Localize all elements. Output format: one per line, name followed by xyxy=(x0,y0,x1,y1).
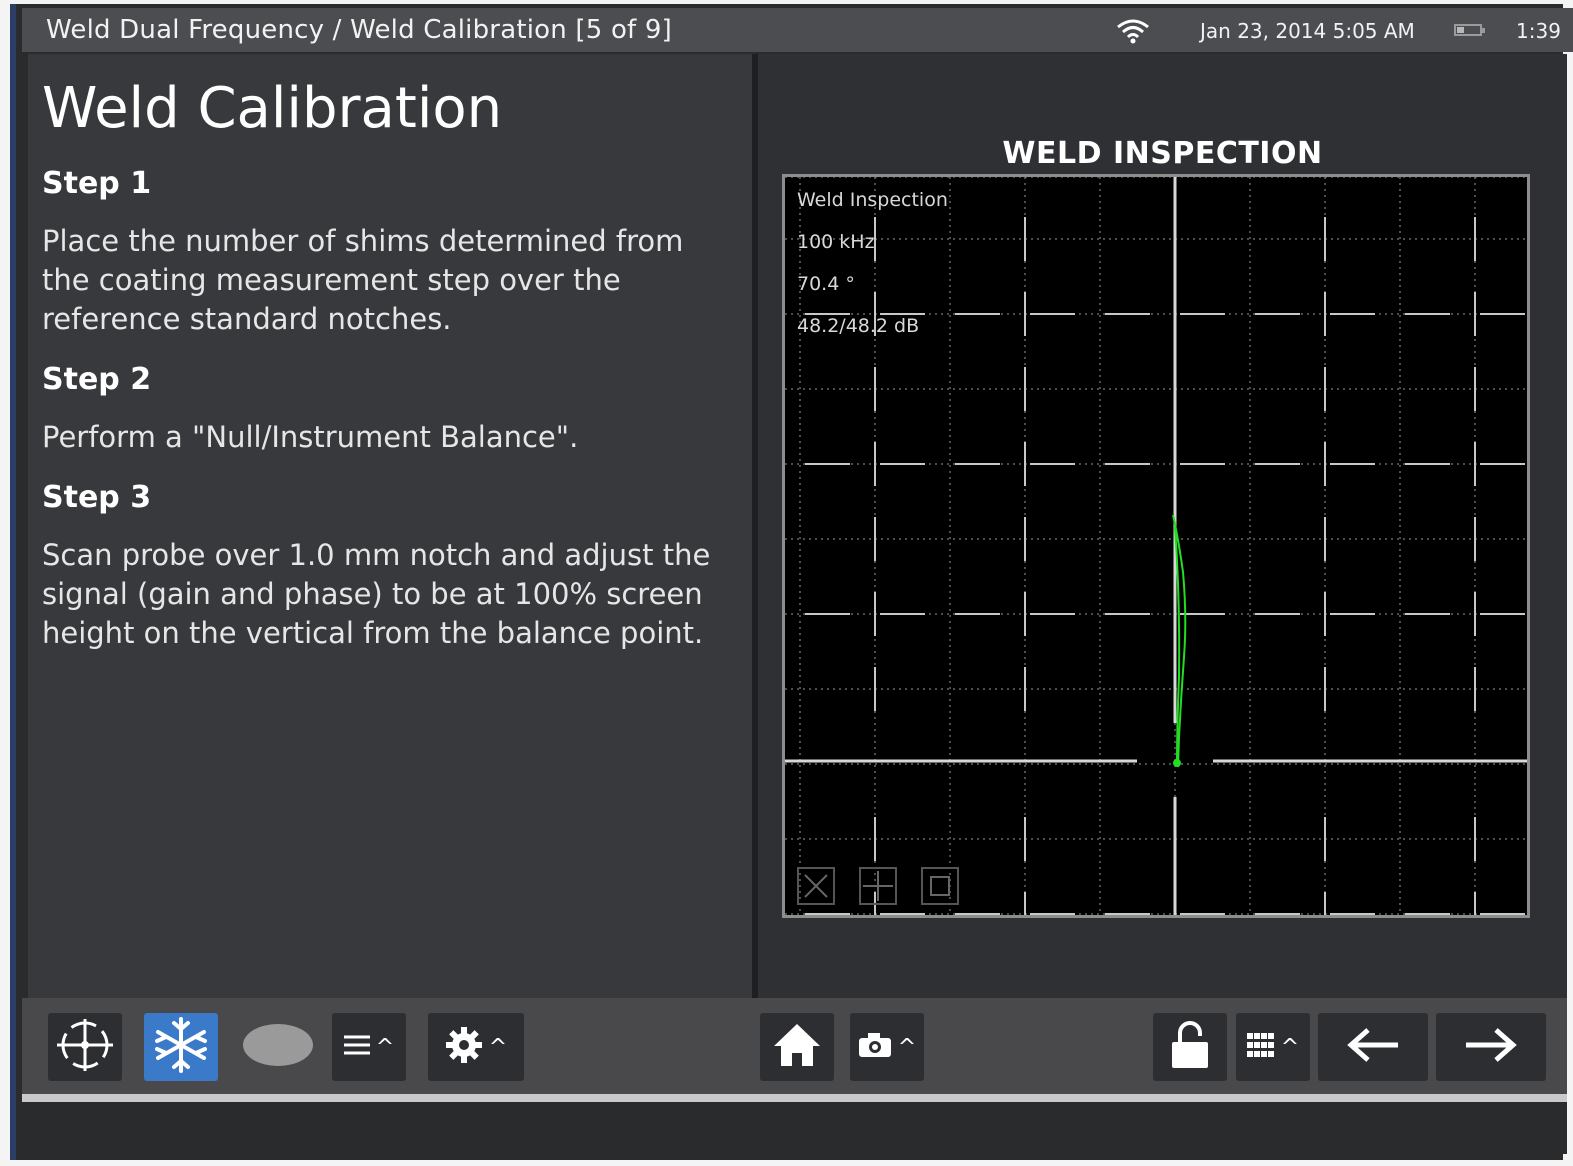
status-bar: Weld Dual Frequency / Weld Calibration [… xyxy=(22,8,1573,52)
chevron-up-icon: ^ xyxy=(897,1034,917,1060)
arrow-left-icon xyxy=(1346,1027,1400,1067)
wifi-icon xyxy=(1115,18,1151,48)
date-time: Jan 23, 2014 5:05 AM xyxy=(1200,19,1415,43)
display-title: WELD INSPECTION xyxy=(1002,136,1323,171)
camera-button[interactable]: ^ xyxy=(850,1013,924,1081)
lock-button[interactable] xyxy=(1153,1013,1227,1081)
step-1-heading: Step 1 xyxy=(42,166,152,201)
null-balance-button[interactable] xyxy=(48,1013,122,1081)
battery-icon xyxy=(1454,24,1485,36)
battery-time-remaining: 1:39 xyxy=(1516,19,1561,43)
freeze-button[interactable] xyxy=(144,1013,218,1081)
unlock-icon xyxy=(1170,1020,1210,1074)
home-button[interactable] xyxy=(760,1013,834,1081)
keypad-icon xyxy=(1246,1033,1275,1061)
home-icon xyxy=(772,1022,822,1072)
readout-phase: 70.4 ° xyxy=(797,273,855,295)
erase-button[interactable] xyxy=(241,1013,315,1081)
breadcrumb: Weld Dual Frequency / Weld Calibration [… xyxy=(46,15,672,45)
erase-display-icon[interactable] xyxy=(797,867,835,905)
chevron-up-icon: ^ xyxy=(488,1034,508,1060)
bottom-edge xyxy=(22,1094,1567,1154)
battery-level xyxy=(1457,27,1464,33)
step-2-text: Perform a "Null/Instrument Balance". xyxy=(42,420,579,454)
ellipse-icon xyxy=(242,1023,314,1071)
chevron-up-icon: ^ xyxy=(375,1034,395,1060)
page-title: Weld Calibration xyxy=(42,76,503,141)
snowflake-icon xyxy=(149,1015,213,1079)
step-2-heading: Step 2 xyxy=(42,362,152,397)
step-1-text: Place the number of shims determined fro… xyxy=(42,224,684,336)
settings-button[interactable]: ^ xyxy=(428,1013,524,1081)
arrow-right-icon xyxy=(1464,1027,1518,1067)
grid-toggle-icon[interactable] xyxy=(859,867,897,905)
back-button[interactable] xyxy=(1318,1013,1428,1081)
readout-gain: 48.2/48.2 dB xyxy=(797,315,920,337)
scope-grid xyxy=(785,177,1527,915)
crosshair-icon xyxy=(53,1017,117,1077)
fullscreen-icon[interactable] xyxy=(921,867,959,905)
step-3-heading: Step 3 xyxy=(42,480,152,515)
step-3-text: Scan probe over 1.0 mm notch and adjust … xyxy=(42,538,711,650)
readout-frequency: 100 kHz xyxy=(797,231,875,253)
menu-button[interactable]: ^ xyxy=(332,1013,406,1081)
instructions-panel: Weld Calibration Step 1 Place the number… xyxy=(28,54,752,1048)
balance-point xyxy=(1173,759,1181,767)
readout-mode: Weld Inspection xyxy=(797,189,948,211)
camera-icon xyxy=(858,1032,892,1062)
forward-button[interactable] xyxy=(1436,1013,1546,1081)
chevron-up-icon: ^ xyxy=(1280,1034,1300,1060)
display-panel: WELD INSPECTION Weld Inspection 100 kHz … xyxy=(758,54,1567,1048)
menu-icon xyxy=(343,1034,370,1060)
app-window: Weld Dual Frequency / Weld Calibration [… xyxy=(10,4,1573,1160)
bottom-toolbar: ^ ^ ^ ^ xyxy=(22,998,1567,1094)
gear-icon xyxy=(445,1026,483,1068)
impedance-plane-display[interactable]: Weld Inspection 100 kHz 70.4 ° 48.2/48.2… xyxy=(782,174,1530,918)
keypad-button[interactable]: ^ xyxy=(1236,1013,1310,1081)
